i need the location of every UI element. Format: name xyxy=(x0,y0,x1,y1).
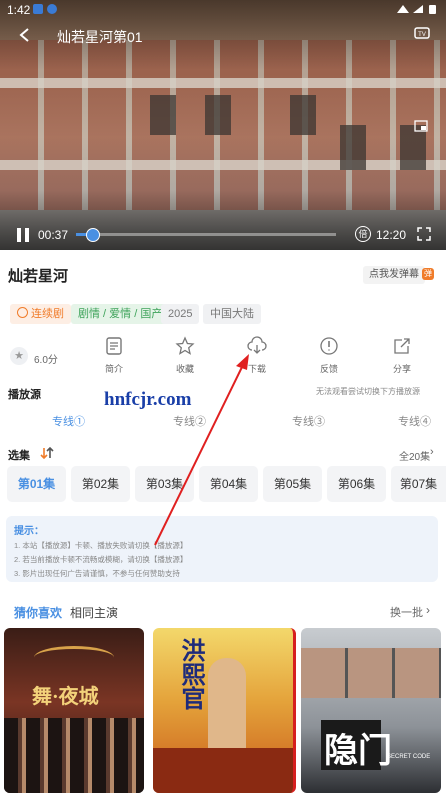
chevron-right-icon[interactable]: › xyxy=(426,603,430,617)
tips-line-3: 3. 影片出现任何广告请谨慎，不参与任何赞助支持 xyxy=(14,569,180,578)
star-icon xyxy=(175,336,195,355)
player-title: 灿若星河 xyxy=(57,29,113,45)
poster-2-title: 洪熙官 xyxy=(177,638,203,710)
tag-genre: 剧情 / 爱情 / 国产 xyxy=(71,304,170,324)
svg-text:TV: TV xyxy=(418,32,426,38)
tips-line-2: 2. 若当前播放卡顿不流畅或模糊，请切换【播放源】 xyxy=(14,555,188,564)
cloud-download-icon xyxy=(247,336,267,354)
video-frame-window xyxy=(290,95,316,135)
download-notification-icon xyxy=(47,4,57,14)
favorite-label: 收藏 xyxy=(175,364,194,374)
show-title: 灿若星河 xyxy=(8,268,69,285)
rating-star-icon: ★ xyxy=(10,347,28,365)
poster-card-3[interactable]: 隐门 SECRET CODE xyxy=(301,628,441,793)
video-frame-floor xyxy=(0,160,446,170)
feedback-button[interactable]: 反馈 xyxy=(304,336,354,375)
episode-item-4[interactable]: 第04集 xyxy=(199,466,258,502)
pause-icon[interactable] xyxy=(16,227,30,243)
episode-item-7[interactable]: 第07集 xyxy=(391,466,446,502)
poster-card-1[interactable]: 舞·夜城 xyxy=(4,628,144,793)
source-line-4[interactable]: 专线④ xyxy=(398,413,431,429)
share-icon xyxy=(394,338,410,354)
source-line-3[interactable]: 专线③ xyxy=(292,413,325,429)
sort-icon[interactable] xyxy=(40,446,54,460)
status-time: 1:42 xyxy=(7,3,31,17)
all-episodes-link[interactable]: 全20集 xyxy=(399,448,430,463)
video-player[interactable]: 1:42 灿若星河 第01 TV 00:37 倍 12:20 xyxy=(0,0,446,250)
film-reel-icon xyxy=(17,307,28,318)
progress-track[interactable] xyxy=(76,233,336,236)
poster-3-subtitle: SECRET CODE xyxy=(387,754,431,760)
poster-3-title: 隐门 xyxy=(324,732,392,770)
poster-1-cast xyxy=(4,718,144,793)
poster-1-title: 舞·夜城 xyxy=(32,686,99,708)
danmaku-button[interactable]: 点我发弹幕 xyxy=(363,266,425,284)
tips-title: 提示： xyxy=(14,526,44,537)
episode-item-6[interactable]: 第06集 xyxy=(327,466,386,502)
fullscreen-icon[interactable] xyxy=(417,227,431,241)
intro-label: 简介 xyxy=(104,364,123,374)
video-frame-window xyxy=(150,95,176,135)
tag-type: 连续剧 xyxy=(10,304,71,324)
total-time: 12:20 xyxy=(376,228,407,242)
alert-icon xyxy=(320,337,338,355)
video-frame-window xyxy=(205,95,231,135)
download-label: 下载 xyxy=(247,364,266,374)
episodes-title: 选集 xyxy=(8,450,30,462)
tag-year: 2025 xyxy=(161,304,200,324)
refresh-button[interactable]: 换一批 xyxy=(390,604,423,620)
watermark-text: hnfcjr.com xyxy=(104,389,192,410)
doc-icon xyxy=(106,337,122,355)
video-frame-window xyxy=(340,125,366,170)
episode-item-5[interactable]: 第05集 xyxy=(263,466,322,502)
episode-item-3[interactable]: 第03集 xyxy=(135,466,194,502)
progress-knob[interactable] xyxy=(85,228,100,242)
video-frame-floor xyxy=(0,78,446,88)
poster-2-base xyxy=(153,748,293,793)
pip-icon[interactable] xyxy=(414,120,428,132)
rating-value: 6.0分 xyxy=(34,355,58,366)
share-button[interactable]: 分享 xyxy=(377,336,427,375)
source-hint: 无法观看尝试切换下方播放源 xyxy=(316,387,420,396)
tips-line-1: 1. 本站【播放源】卡顿、播放失败请切换【播放源】 xyxy=(14,541,188,550)
poster-3-faces xyxy=(301,648,441,698)
back-arrow-icon[interactable] xyxy=(18,27,32,43)
poster-card-2[interactable]: 洪熙官 xyxy=(153,628,296,793)
poster-2-figure xyxy=(208,658,246,753)
tab-guess-you-like[interactable]: 猜你喜欢 xyxy=(14,604,62,621)
app-notification-icon xyxy=(33,4,43,14)
source-title: 播放源 xyxy=(8,389,41,401)
intro-button[interactable]: 简介 xyxy=(89,336,139,375)
speed-button[interactable]: 倍 xyxy=(355,226,371,242)
status-icons xyxy=(397,5,436,14)
favorite-button[interactable]: 收藏 xyxy=(160,336,210,375)
download-button[interactable]: 下载 xyxy=(232,336,282,375)
danmaku-badge[interactable]: 弹 xyxy=(422,268,434,280)
share-label: 分享 xyxy=(392,364,411,374)
tag-type-label: 连续剧 xyxy=(31,308,64,320)
tag-region: 中国大陆 xyxy=(203,304,261,324)
episode-item-1[interactable]: 第01集 xyxy=(7,466,66,502)
tab-same-actor[interactable]: 相同主演 xyxy=(70,604,118,621)
player-episode: 第01 xyxy=(113,29,143,45)
current-time: 00:37 xyxy=(38,228,69,242)
episode-item-2[interactable]: 第02集 xyxy=(71,466,130,502)
source-line-1[interactable]: 专线① xyxy=(52,413,85,429)
chandelier-shape xyxy=(34,646,114,669)
feedback-label: 反馈 xyxy=(319,364,338,374)
chevron-right-icon[interactable]: › xyxy=(430,446,434,458)
source-line-2[interactable]: 专线② xyxy=(173,413,206,429)
tv-cast-icon[interactable]: TV xyxy=(414,27,430,41)
